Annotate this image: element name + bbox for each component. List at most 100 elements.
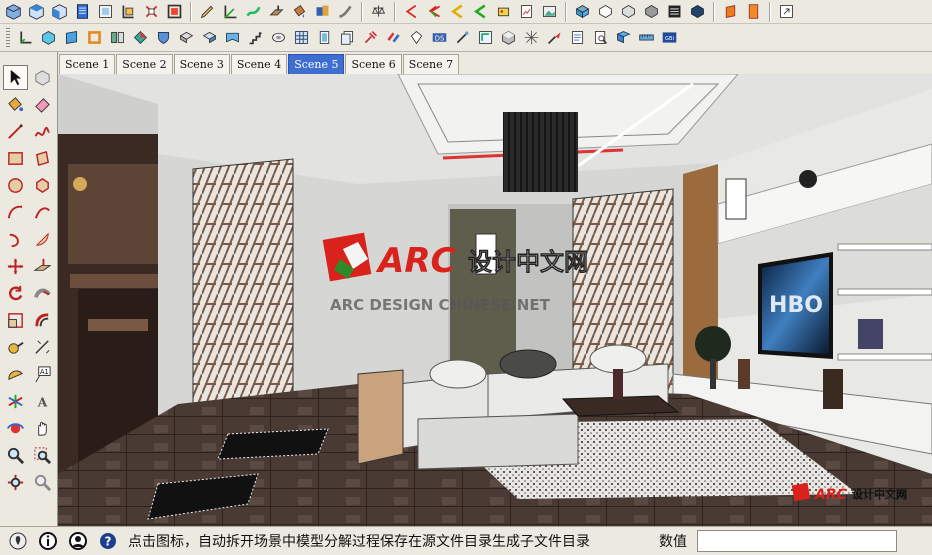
make-component-icon[interactable] (30, 65, 55, 90)
box-outline-icon[interactable] (595, 1, 616, 22)
scene-tab-1[interactable]: Scene 1 (59, 54, 116, 74)
list-dark-icon[interactable] (664, 1, 685, 22)
ds-logo-icon[interactable]: DS (429, 27, 450, 48)
face-blue-icon[interactable] (61, 27, 82, 48)
user-account-icon[interactable] (66, 529, 90, 553)
magnify-doc-icon[interactable] (590, 27, 611, 48)
sparkle-icon[interactable] (521, 27, 542, 48)
panel-icon[interactable] (314, 27, 335, 48)
tag-icon[interactable] (493, 1, 514, 22)
scale-tool-icon[interactable] (3, 308, 28, 333)
text-tool-icon[interactable]: A1 (30, 362, 55, 387)
swap-arrows-icon[interactable] (383, 27, 404, 48)
protractor-icon[interactable] (3, 362, 28, 387)
front-view-icon[interactable] (49, 1, 70, 22)
axes-icon[interactable] (220, 1, 241, 22)
iso-view-icon[interactable] (3, 1, 24, 22)
sweep-tool-icon[interactable] (544, 27, 565, 48)
roll-icon[interactable] (268, 27, 289, 48)
tool-red-icon[interactable] (360, 27, 381, 48)
explode-icon[interactable] (141, 1, 162, 22)
document-icon[interactable] (72, 1, 93, 22)
zoom-tool-icon[interactable] (3, 443, 28, 468)
arrow-multi-icon[interactable] (424, 1, 445, 22)
rotated-rect-icon[interactable] (30, 146, 55, 171)
follow-me-icon[interactable] (30, 281, 55, 306)
arc-3pt-icon[interactable] (3, 227, 28, 252)
diamond-icon[interactable] (130, 27, 151, 48)
pie-tool-icon[interactable] (30, 227, 55, 252)
component-icon[interactable] (95, 1, 116, 22)
offset-tool-icon[interactable] (30, 308, 55, 333)
scene-tab-5[interactable]: Scene 5 (288, 54, 345, 74)
report-icon[interactable] (516, 1, 537, 22)
cube-gray-icon[interactable] (498, 27, 519, 48)
gallery-icon[interactable] (539, 1, 560, 22)
polygon-tool-icon[interactable] (30, 173, 55, 198)
fold-icon[interactable] (222, 27, 243, 48)
wand-icon[interactable] (452, 27, 473, 48)
freehand-icon[interactable] (30, 119, 55, 144)
scene-tab-2[interactable]: Scene 2 (116, 54, 173, 74)
frame-icon[interactable] (164, 1, 185, 22)
dimension-icon[interactable] (30, 335, 55, 360)
split-icon[interactable] (107, 27, 128, 48)
export-icon[interactable] (776, 1, 797, 22)
line-tool-icon[interactable] (3, 119, 28, 144)
credits-icon[interactable] (36, 529, 60, 553)
axis-corner-icon[interactable] (15, 27, 36, 48)
eraser-icon[interactable] (30, 92, 55, 117)
pencil-tool-icon[interactable] (197, 1, 218, 22)
book-blue-icon[interactable] (613, 27, 634, 48)
scene-tab-7[interactable]: Scene 7 (402, 54, 460, 74)
materials-icon[interactable] (312, 1, 333, 22)
arrow-left-red-icon[interactable] (401, 1, 422, 22)
snap-icon[interactable] (475, 27, 496, 48)
section-cut-icon[interactable] (118, 1, 139, 22)
scene-tab-6[interactable]: Scene 6 (345, 54, 402, 74)
rectangle-tool-icon[interactable] (3, 146, 28, 171)
orbit-tool-icon[interactable] (3, 416, 28, 441)
paint-bucket-tool-icon[interactable] (3, 92, 28, 117)
paint-bucket-icon[interactable] (289, 1, 310, 22)
tile-blue-icon[interactable] (199, 27, 220, 48)
shield-blue-icon[interactable] (153, 27, 174, 48)
arrow-yellow-icon[interactable] (447, 1, 468, 22)
orange-block-icon[interactable] (720, 1, 741, 22)
push-pull-icon[interactable] (266, 1, 287, 22)
pan-tool-icon[interactable] (30, 416, 55, 441)
measurements-input[interactable] (697, 530, 897, 552)
grid-icon[interactable] (291, 27, 312, 48)
box-blue-icon[interactable] (572, 1, 593, 22)
snake-icon[interactable] (243, 1, 264, 22)
cube-cyan-icon[interactable] (38, 27, 59, 48)
arc-tool-icon[interactable] (3, 200, 28, 225)
tile-icon[interactable] (176, 27, 197, 48)
notes-icon[interactable] (567, 27, 588, 48)
arrow-green-icon[interactable] (470, 1, 491, 22)
previous-view-icon[interactable] (30, 470, 55, 495)
model-viewport[interactable]: HBO ARC 设计中文网 ARC DESIGN CHINESE NET ARC… (58, 74, 932, 526)
box-white-icon[interactable] (618, 1, 639, 22)
sweep-icon[interactable] (335, 1, 356, 22)
scale-balance-icon[interactable] (368, 1, 389, 22)
arc-2pt-icon[interactable] (30, 200, 55, 225)
scene-tab-3[interactable]: Scene 3 (173, 54, 230, 74)
move-tool-icon[interactable] (3, 254, 28, 279)
toolbar-grip[interactable] (6, 27, 10, 48)
geo-location-icon[interactable] (6, 529, 30, 553)
zoom-extents-icon[interactable] (3, 470, 28, 495)
doc-stack-icon[interactable] (337, 27, 358, 48)
push-pull-tool-icon[interactable] (30, 254, 55, 279)
ruler-blue-icon[interactable] (636, 27, 657, 48)
frame-orange-icon[interactable] (84, 27, 105, 48)
scene-tab-4[interactable]: Scene 4 (230, 54, 288, 74)
box-gray-icon[interactable] (641, 1, 662, 22)
help-icon[interactable]: ? (96, 529, 120, 553)
gbi-logo-icon[interactable]: GBI (659, 27, 680, 48)
axes-tool-icon[interactable] (3, 389, 28, 414)
tape-measure-icon[interactable] (3, 335, 28, 360)
box-navy-icon[interactable] (687, 1, 708, 22)
gem-icon[interactable] (406, 27, 427, 48)
select-arrow-icon[interactable] (3, 65, 28, 90)
